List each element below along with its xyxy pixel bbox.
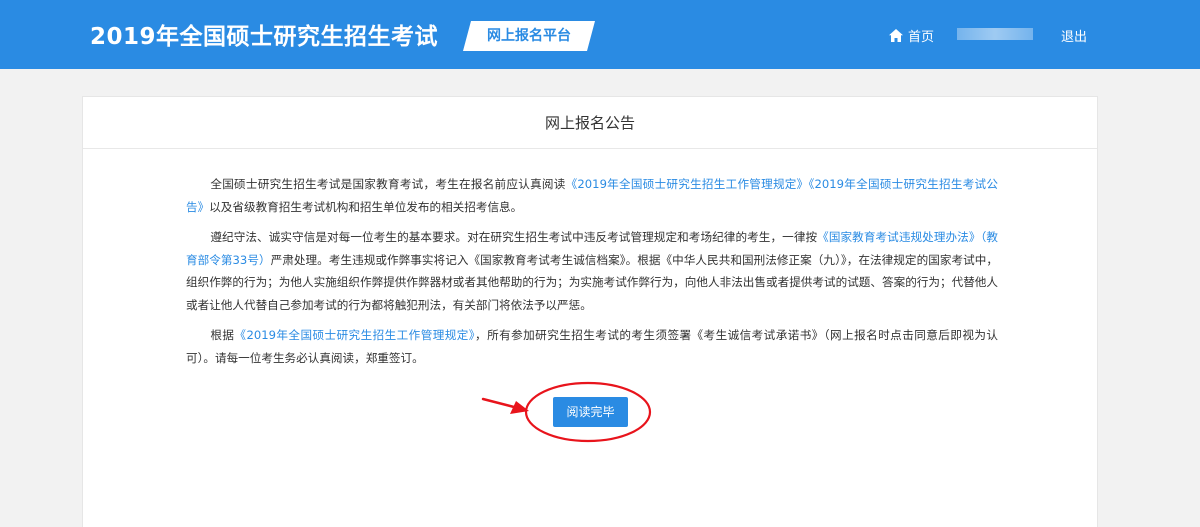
username-redacted [957,28,1033,40]
notice-paragraph-2: 遵纪守法、诚实守信是对每一位考生的基本要求。对在研究生招生考试中违反考试管理规定… [186,226,998,316]
nav-home-link[interactable]: 首页 [889,26,934,45]
platform-badge-label: 网上报名平台 [487,28,571,44]
site-title: 2019年全国硕士研究生招生考试 [90,24,439,50]
top-header: 2019年全国硕士研究生招生考试 网上报名平台 首页 退出 [0,0,1200,69]
read-complete-button[interactable]: 阅读完毕 [553,397,628,427]
notice-paragraph-1: 全国硕士研究生招生考试是国家教育考试，考生在报名前应认真阅读《2019年全国硕士… [186,173,998,218]
regulation-link[interactable]: 《2019年全国硕士研究生招生工作管理规定》 [566,177,809,191]
notice-card: 网上报名公告 全国硕士研究生招生考试是国家教育考试，考生在报名前应认真阅读《20… [82,96,1098,527]
nav-home-label: 首页 [908,30,935,45]
regulation-link[interactable]: 《2019年全国硕士研究生招生工作管理规定》 [234,328,475,342]
paragraph-text: 全国硕士研究生招生考试是国家教育考试，考生在报名前应认真阅读 [210,177,566,191]
paragraph-text: 根据 [210,328,235,342]
paragraph-text: 以及省级教育招生考试机构和招生单位发布的相关招考信息。 [209,199,523,214]
notice-body: 全国硕士研究生招生考试是国家教育考试，考生在报名前应认真阅读《2019年全国硕士… [186,173,998,377]
notice-paragraph-3: 根据《2019年全国硕士研究生招生工作管理规定》，所有参加研究生招生考试的考生须… [186,324,998,369]
paragraph-text: 严肃处理。考生违规或作弊事实将记入《国家教育考试考生诚信档案》。根据《中华人民共… [186,252,998,312]
platform-badge: 网上报名平台 [463,21,595,51]
paragraph-text: 遵纪守法、诚实守信是对每一位考生的基本要求。对在研究生招生考试中违反考试管理规定… [210,230,818,244]
home-icon [889,29,903,42]
logout-link[interactable]: 退出 [1061,26,1087,45]
notice-title: 网上报名公告 [83,97,1097,149]
